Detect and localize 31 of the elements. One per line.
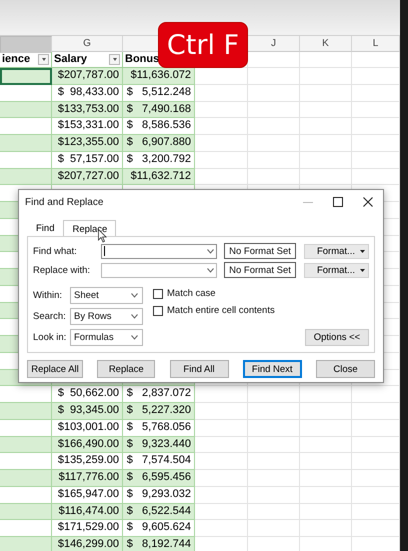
option-label: Look in: — [33, 332, 68, 343]
checkbox-label: Match case — [167, 288, 216, 299]
table-cell: $ 5,227.320 — [123, 403, 195, 420]
shortcut-key-toast: Ctrl F — [158, 22, 248, 68]
option-label: Within: — [33, 290, 64, 301]
table-cell: $133,753.00 — [52, 102, 123, 118]
table-cell: $207,727.00 — [52, 168, 123, 186]
table-cell: $ 6,595.456 — [123, 470, 195, 487]
table-cell: $ 9,323.440 — [123, 436, 195, 454]
table-cell: $11,636.072 — [123, 68, 195, 85]
field-label: Replace with: — [33, 264, 92, 276]
table-cell: $11,632.712 — [123, 168, 195, 186]
window-title: Find and Replace — [25, 196, 104, 208]
header-label: ience — [2, 52, 30, 67]
table-cell: $ 6,522.544 — [123, 504, 195, 520]
table-cell: $123,355.00 — [52, 135, 123, 152]
table-cell: $166,490.00 — [52, 436, 123, 454]
table-cell: $117,776.00 — [52, 470, 123, 487]
table-cell: $116,474.00 — [52, 504, 123, 520]
checkbox-label: Match entire cell contents — [167, 305, 275, 316]
format-preview: No Format Set — [224, 262, 296, 278]
table-cell: $ 6,907.880 — [123, 135, 195, 152]
field-label: Find what: — [33, 246, 78, 256]
table-cell: $146,299.00 — [52, 537, 123, 551]
option-label: Search: — [33, 311, 67, 322]
table-cell: $207,787.00 — [52, 68, 123, 85]
header-label: Salary — [54, 52, 88, 67]
table-cell: $ 7,490.168 — [123, 102, 195, 118]
format-preview: No Format Set — [224, 243, 296, 259]
table-cell: $ 8,192.744 — [123, 537, 195, 551]
table-cell: $ 93,345.00 — [52, 403, 123, 420]
